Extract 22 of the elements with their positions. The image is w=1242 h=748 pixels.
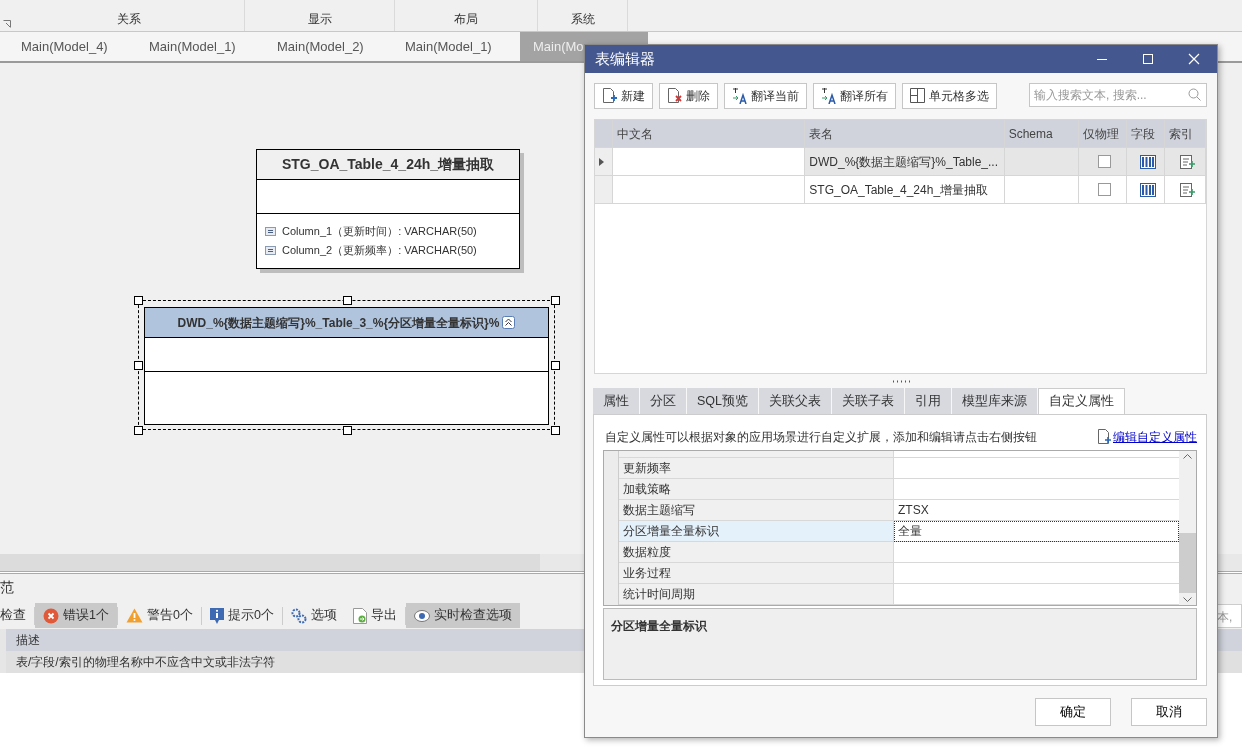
column-header: 索引 (1165, 120, 1206, 148)
column-header: 表名 (805, 120, 1005, 148)
column-header: 仅物理 (1079, 120, 1128, 148)
column-entry: Column_2（更新频率）: VARCHAR(50) (282, 243, 477, 259)
column-header: 描述 (16, 632, 40, 649)
description-title: 分区增量全量标识 (611, 619, 707, 633)
ribbon-group-label: 系统 (570, 11, 595, 28)
column-entry: Column_1（更新时间）: VARCHAR(50) (282, 224, 477, 240)
table-cell: DWD_%{数据主题缩写}%_Table_... (805, 148, 1005, 176)
ribbon-group-label: 关系 (117, 11, 141, 28)
hint-text: 自定义属性可以根据对象的应用场景进行自定义扩展，添加和编辑请点击右侧按钮 (604, 429, 1037, 446)
table-cell: STG_OA_Table_4_24h_增量抽取 (805, 176, 1005, 204)
column-header: 字段 (1127, 120, 1166, 148)
column-header: Schema (1004, 120, 1080, 148)
column-header: 中文名 (612, 120, 806, 148)
window-title: 表编辑器 (595, 48, 656, 69)
ribbon-group-label: 显示 (307, 11, 332, 28)
panel-title: 范 (0, 579, 14, 595)
entity-title: STG_OA_Table_4_24h_增量抽取 (281, 155, 495, 174)
ribbon-group-label: 布局 (454, 11, 478, 28)
entity-title: DWD_%{数据主题缩写}%_Table_3_%{分区增量全量标识}% (177, 314, 500, 332)
table-cell-text: 表/字段/索引的物理名称中不应含中文或非法字符 (16, 654, 275, 671)
